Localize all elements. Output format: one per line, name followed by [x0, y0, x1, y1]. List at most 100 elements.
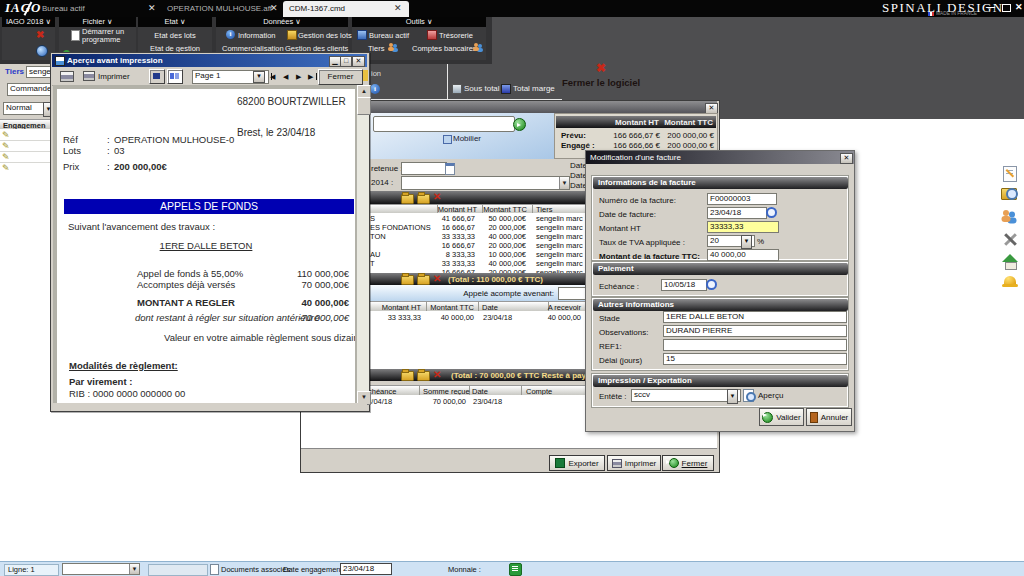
engagement-row[interactable]: ✎: [0, 162, 50, 172]
open-folder-icon[interactable]: [417, 275, 430, 285]
tva-combo-arrow[interactable]: ▼: [741, 235, 752, 249]
close-app-icon[interactable]: ✖: [596, 63, 606, 73]
annuler-button[interactable]: Annuler: [806, 408, 852, 426]
tab-cdm-active[interactable]: CDM-1367.cmd ✕: [283, 1, 409, 17]
close-dialog-icon[interactable]: ✕: [840, 153, 853, 164]
menu-outils-title[interactable]: Outils ∨: [352, 17, 486, 27]
open-folder-icon[interactable]: [417, 194, 430, 204]
close-tab-icon[interactable]: ✕: [270, 3, 278, 13]
close-tab-icon[interactable]: ✕: [394, 3, 402, 13]
delete-icon[interactable]: ✕: [433, 192, 441, 202]
multipage-view-icon[interactable]: [167, 69, 183, 84]
edit-icon[interactable]: ✎: [2, 152, 10, 162]
dialog-titlebar[interactable]: Modification d'une facture ✕: [586, 151, 854, 164]
close-window-icon[interactable]: ✕: [1015, 2, 1023, 12]
exporter-button[interactable]: Exporter: [549, 455, 605, 471]
tools-icon[interactable]: [1002, 232, 1018, 248]
info-fragment-icon[interactable]: i: [370, 84, 380, 94]
imprimer-button[interactable]: Imprimer: [80, 69, 139, 83]
prev-page-icon[interactable]: ◀: [283, 72, 288, 81]
printer-icon[interactable]: [60, 71, 74, 82]
retenue-field[interactable]: [401, 162, 447, 175]
restore-icon[interactable]: [1002, 4, 1011, 12]
house-icon[interactable]: [1002, 254, 1018, 268]
apercu-icon[interactable]: [743, 389, 754, 402]
imprimer-button[interactable]: Imprimer: [607, 455, 661, 471]
menu-item-comptes[interactable]: Comptes bancaires: [412, 44, 477, 53]
mobilier-label[interactable]: Mobilier: [453, 134, 481, 143]
entete-combo-arrow[interactable]: ▼: [727, 389, 738, 404]
stade-field[interactable]: 1ERE DALLE BETON: [663, 311, 847, 323]
menu-etat-title[interactable]: Etat ∨: [138, 17, 212, 27]
add-folder-icon[interactable]: [401, 371, 414, 381]
valider-button[interactable]: Valider: [759, 408, 804, 426]
add-folder-icon[interactable]: [401, 275, 414, 285]
currency-icon[interactable]: [509, 563, 522, 576]
total-marge-label[interactable]: Total marge: [513, 84, 555, 93]
documents-label[interactable]: Documents associés: [221, 565, 290, 574]
search-input[interactable]: [373, 116, 515, 132]
menu-iago-title[interactable]: IAGO 2018 ∨: [2, 17, 55, 27]
sous-total-icon[interactable]: [452, 84, 462, 94]
menu-item-etat-lots[interactable]: Etat des lots: [138, 31, 212, 40]
add-folder-icon[interactable]: [401, 194, 414, 204]
tab-bureau-actif[interactable]: Bureau actif: [42, 4, 85, 13]
delete-icon[interactable]: ✕: [433, 370, 441, 380]
documents-icon[interactable]: [210, 564, 219, 575]
preview-scrollbar[interactable]: ▲ ▼: [357, 85, 369, 403]
total-marge-icon[interactable]: [501, 84, 511, 94]
commande-combo[interactable]: Commande: [7, 83, 50, 96]
clock-icon[interactable]: [706, 279, 717, 290]
sous-total-label[interactable]: Sous total: [464, 84, 500, 93]
fermer-button[interactable]: Fermer: [318, 69, 363, 85]
preview-titlebar[interactable]: Aperçu avant impression ▁ □ ✕: [52, 54, 367, 67]
edit-icon[interactable]: ✎: [2, 141, 10, 151]
users-icon[interactable]: [1003, 210, 1017, 224]
menu-item-information[interactable]: Information: [238, 31, 276, 40]
numero-field[interactable]: F00000003: [707, 193, 777, 205]
menu-item-gestion-lots[interactable]: Gestion des lots: [298, 31, 352, 40]
ref1-field[interactable]: [663, 339, 847, 351]
fermer-button[interactable]: Fermer: [662, 455, 714, 471]
montant-ht-field[interactable]: 33333,33: [707, 221, 779, 233]
calendar-icon[interactable]: [445, 163, 455, 175]
page-combo-arrow[interactable]: ▼: [253, 71, 265, 83]
echeance-field[interactable]: 10/05/18: [661, 279, 707, 291]
last-page-icon[interactable]: ▶: [308, 72, 318, 81]
date-engagement-field[interactable]: 23/04/18: [340, 563, 392, 575]
apercu-label[interactable]: Aperçu: [758, 391, 783, 400]
tiers-combo[interactable]: senge: [26, 66, 50, 78]
close-app-label[interactable]: Fermer le logiciel: [562, 77, 640, 88]
globe-icon[interactable]: [36, 45, 48, 57]
menu-item-bureau-actif[interactable]: Bureau actif: [369, 31, 409, 40]
first-page-icon[interactable]: ◀: [270, 72, 280, 81]
quit-icon[interactable]: ✖: [36, 30, 44, 40]
observations-field[interactable]: DURAND PIERRE: [663, 325, 847, 337]
open-folder-icon[interactable]: [417, 371, 430, 381]
exercice-combo[interactable]: ▼: [401, 176, 570, 190]
date-field[interactable]: 23/04/18: [707, 207, 767, 219]
edit-icon[interactable]: ✎: [2, 163, 10, 172]
next-page-icon[interactable]: ▶: [296, 72, 301, 81]
search-folder-icon[interactable]: [1001, 188, 1017, 200]
maximize-icon[interactable]: □: [340, 56, 352, 67]
delete-icon[interactable]: ✕: [433, 274, 441, 284]
close-tab-icon[interactable]: ✕: [148, 3, 156, 13]
menu-item-tresorerie[interactable]: Trésorerie: [439, 31, 473, 40]
entete-combo[interactable]: sccv: [631, 389, 741, 402]
menu-fichier-title[interactable]: Fichier ∨: [59, 17, 136, 27]
close-icon[interactable]: ✕: [352, 56, 365, 67]
minimize-icon[interactable]: —: [986, 2, 995, 12]
montant-ttc-field[interactable]: 40 000,00: [707, 249, 779, 261]
clock-icon[interactable]: [766, 207, 777, 218]
menu-item-demarrer[interactable]: Démarrer un programme: [82, 28, 134, 44]
hardhat-icon[interactable]: [1002, 276, 1018, 288]
chevron-down-icon[interactable]: ▼: [559, 177, 569, 189]
view-mode-icon[interactable]: [149, 69, 165, 84]
menu-item-tiers[interactable]: Tiers: [368, 44, 384, 53]
status-combo[interactable]: ▼: [62, 563, 140, 575]
chevron-down-icon[interactable]: ▼: [129, 564, 139, 574]
edit-document-icon[interactable]: [1003, 166, 1017, 182]
scroll-thumb[interactable]: [357, 97, 371, 115]
tab-operation-mulhouse[interactable]: OPERATION MULHOUSE.aff: [167, 4, 272, 13]
